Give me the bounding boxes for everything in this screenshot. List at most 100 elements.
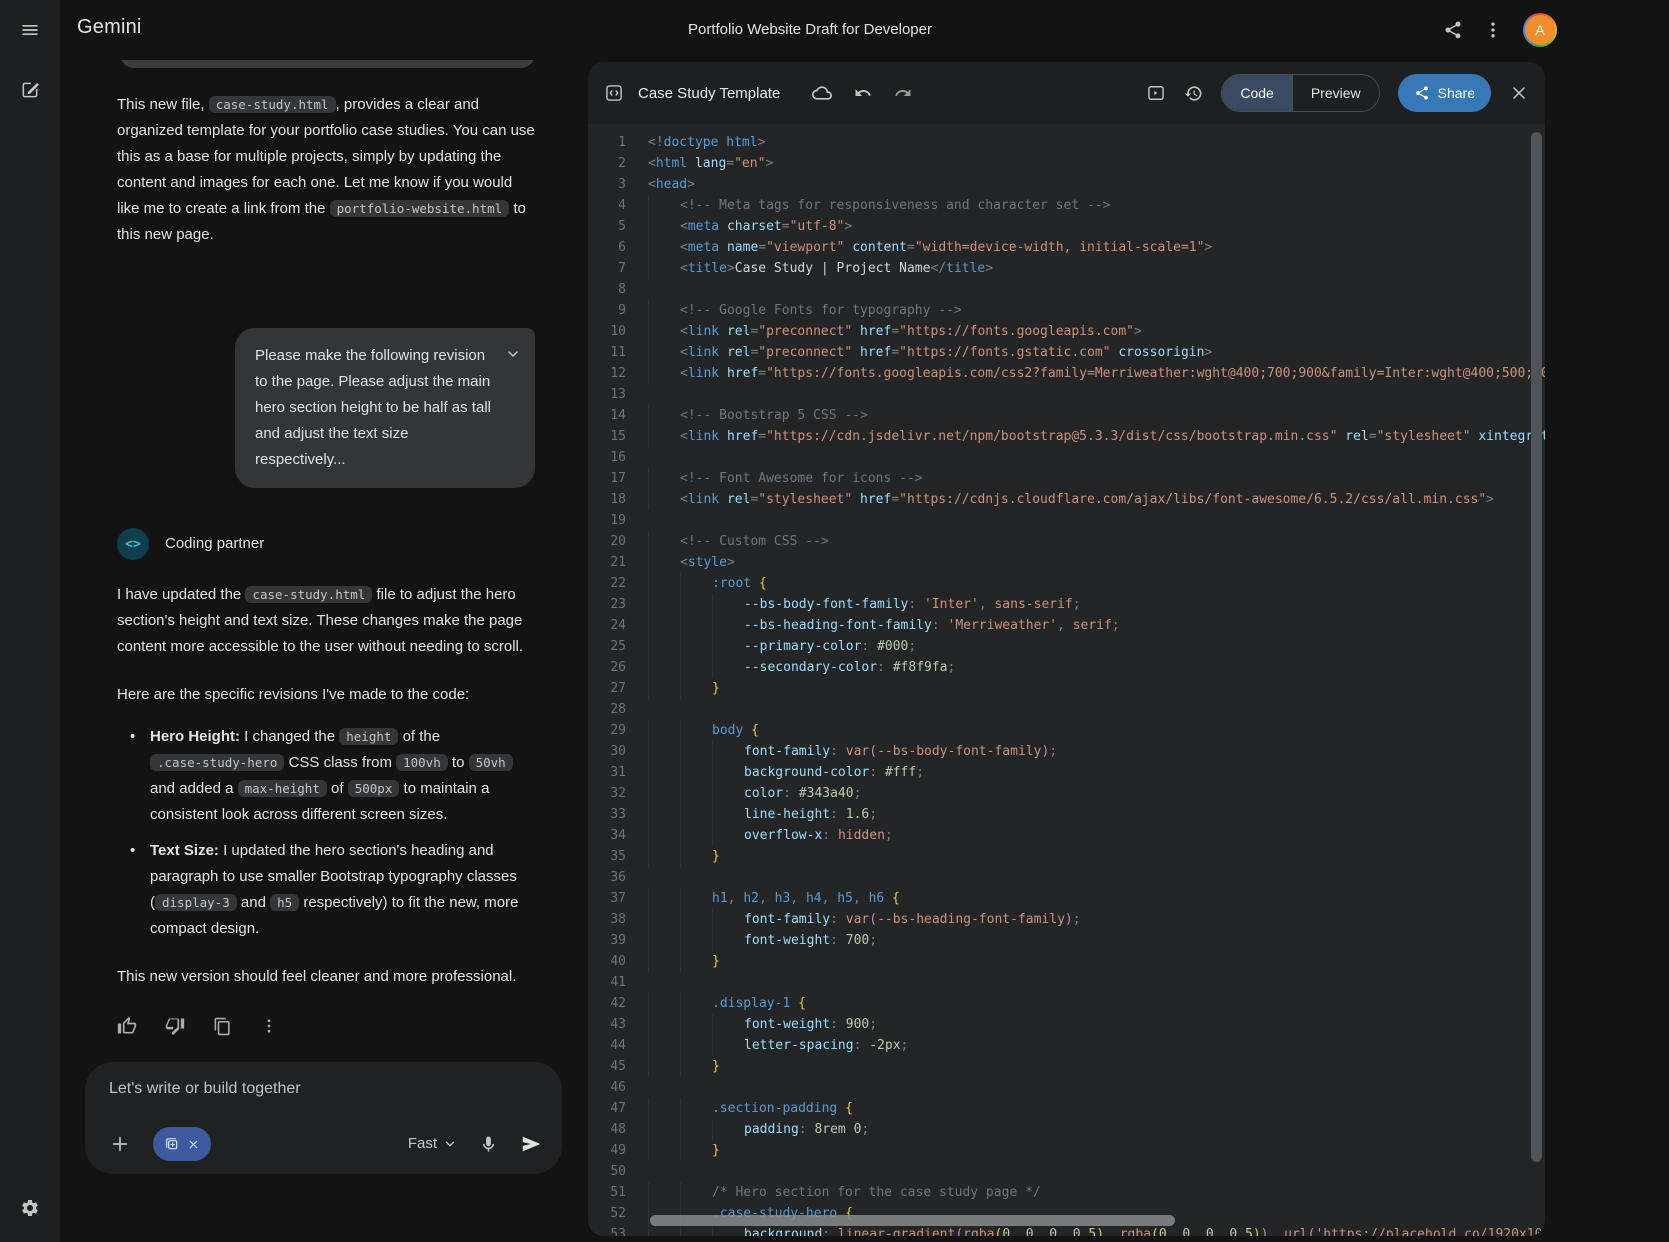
user-message-text: Please make the following revision to th…: [255, 347, 491, 468]
code-line: 4<!-- Meta tags for responsiveness and c…: [596, 195, 1545, 216]
inline-code: height: [339, 728, 398, 745]
open-preview-icon[interactable]: [1146, 83, 1166, 103]
cloud-saved-icon[interactable]: [812, 83, 832, 103]
coding-partner-icon: <>: [117, 528, 149, 560]
undo-icon[interactable]: [854, 84, 872, 102]
code-line: 1<!doctype html>: [596, 132, 1545, 153]
plus-icon[interactable]: [109, 1133, 131, 1155]
code-editor[interactable]: 1<!doctype html>2<html lang="en">3<head>…: [588, 124, 1545, 1236]
code-line: 42.display-1 {: [596, 993, 1545, 1014]
list-item: Text Size: I updated the hero section's …: [150, 838, 535, 942]
send-icon[interactable]: [520, 1133, 542, 1155]
inline-code: case-study.html: [245, 586, 372, 603]
code-line: 31background-color: #fff;: [596, 762, 1545, 783]
horizontal-scrollbar[interactable]: [650, 1215, 1175, 1226]
revision-list: Hero Height: I changed the height of the…: [117, 724, 535, 942]
code-line: 37h1, h2, h3, h4, h5, h6 {: [596, 888, 1545, 909]
code-line: 20<!-- Custom CSS -->: [596, 531, 1545, 552]
thumbs-down-icon[interactable]: [165, 1016, 185, 1036]
list-item: Hero Height: I changed the height of the…: [150, 724, 535, 828]
code-line: 51/* Hero section for the case study pag…: [596, 1182, 1545, 1203]
code-line: 39font-weight: 700;: [596, 930, 1545, 951]
inline-code: case-study.html: [209, 96, 336, 113]
left-sidebar: [0, 0, 60, 1242]
code-line: 46: [596, 1077, 1545, 1098]
code-line: 5<meta charset="utf-8">: [596, 216, 1545, 237]
inline-code: h5: [270, 894, 299, 911]
close-icon[interactable]: [1509, 83, 1529, 103]
share-button[interactable]: Share: [1398, 74, 1491, 112]
inline-code: 50vh: [469, 754, 513, 771]
assistant-paragraph: This new version should feel cleaner and…: [117, 964, 535, 990]
code-line: 2<html lang="en">: [596, 153, 1545, 174]
code-line: 12<link href="https://fonts.googleapis.c…: [596, 363, 1545, 384]
code-line: 8: [596, 279, 1545, 300]
inline-code: 100vh: [396, 754, 448, 771]
code-line: 29body {: [596, 720, 1545, 741]
chat-column: This new file, case-study.html, provides…: [60, 60, 588, 1242]
more-icon[interactable]: [260, 1017, 278, 1035]
code-line: 47.section-padding {: [596, 1098, 1545, 1119]
canvas-panel: Case Study Template Code Preview: [588, 62, 1545, 1236]
code-line: 27}: [596, 678, 1545, 699]
assistant-paragraph: I have updated the case-study.html file …: [117, 582, 535, 660]
menu-icon[interactable]: [20, 20, 40, 40]
tab-preview[interactable]: Preview: [1292, 75, 1379, 111]
app-logo[interactable]: Gemini: [77, 16, 142, 39]
copy-icon[interactable]: [213, 1017, 232, 1036]
canvas-tool-icon: [164, 1136, 180, 1152]
redo-icon[interactable]: [894, 84, 912, 102]
canvas-tool-chip[interactable]: [153, 1127, 211, 1161]
code-line: 25--primary-color: #000;: [596, 636, 1545, 657]
new-chat-icon[interactable]: [20, 80, 40, 100]
assistant-intro-paragraph: This new file, case-study.html, provides…: [117, 92, 535, 248]
code-line: 7<title>Case Study | Project Name</title…: [596, 258, 1545, 279]
mic-icon[interactable]: [479, 1135, 498, 1154]
code-line: 50: [596, 1161, 1545, 1182]
canvas-title[interactable]: Case Study Template: [638, 85, 780, 102]
inline-code: .case-study-hero: [150, 754, 284, 771]
code-line: 36: [596, 867, 1545, 888]
assistant-paragraph: Here are the specific revisions I've mad…: [117, 682, 535, 708]
model-selector[interactable]: Fast: [408, 1131, 457, 1157]
code-line: 13: [596, 384, 1545, 405]
top-bar: Gemini Portfolio Website Draft for Devel…: [60, 0, 1669, 60]
code-line: 33line-height: 1.6;: [596, 804, 1545, 825]
vertical-scrollbar[interactable]: [1531, 132, 1542, 1162]
code-line: 16: [596, 447, 1545, 468]
code-line: 40}: [596, 951, 1545, 972]
code-line: 22:root {: [596, 573, 1545, 594]
canvas-header: Case Study Template Code Preview: [588, 62, 1545, 124]
avatar-letter: A: [1525, 15, 1555, 45]
share-icon: [1414, 85, 1430, 101]
code-line: 14<!-- Bootstrap 5 CSS -->: [596, 405, 1545, 426]
inline-code: display-3: [155, 894, 237, 911]
code-line: 49}: [596, 1140, 1545, 1161]
code-line: 48padding: 8rem 0;: [596, 1119, 1545, 1140]
code-line: 15<link href="https://cdn.jsdelivr.net/n…: [596, 426, 1545, 447]
chevron-down-icon[interactable]: [505, 346, 521, 362]
inline-code: portfolio-website.html: [330, 200, 510, 217]
code-line: 44letter-spacing: -2px;: [596, 1035, 1545, 1056]
thumbs-up-icon[interactable]: [117, 1016, 137, 1036]
avatar[interactable]: A: [1523, 13, 1557, 47]
code-line: 23--bs-body-font-family: 'Inter', sans-s…: [596, 594, 1545, 615]
code-line: 35}: [596, 846, 1545, 867]
assistant-label: Coding partner: [165, 531, 264, 557]
code-line: 3<head>: [596, 174, 1545, 195]
tab-code[interactable]: Code: [1222, 75, 1291, 111]
code-line: 21<style>: [596, 552, 1545, 573]
chevron-down-icon: [443, 1137, 457, 1151]
code-line: 45}: [596, 1056, 1545, 1077]
kebab-menu-icon[interactable]: [1483, 20, 1503, 40]
code-line: 32color: #343a40;: [596, 783, 1545, 804]
settings-icon[interactable]: [20, 1198, 40, 1218]
code-line: 17<!-- Font Awesome for icons -->: [596, 468, 1545, 489]
code-line: 24--bs-heading-font-family: 'Merriweathe…: [596, 615, 1545, 636]
share-icon[interactable]: [1443, 20, 1463, 40]
history-icon[interactable]: [1184, 84, 1203, 103]
composer-input[interactable]: Let's write or build together: [109, 1078, 542, 1100]
conversation-title: Portfolio Website Draft for Developer: [688, 21, 932, 38]
inline-code: max-height: [238, 780, 327, 797]
composer[interactable]: Let's write or build together Fast: [85, 1062, 562, 1174]
